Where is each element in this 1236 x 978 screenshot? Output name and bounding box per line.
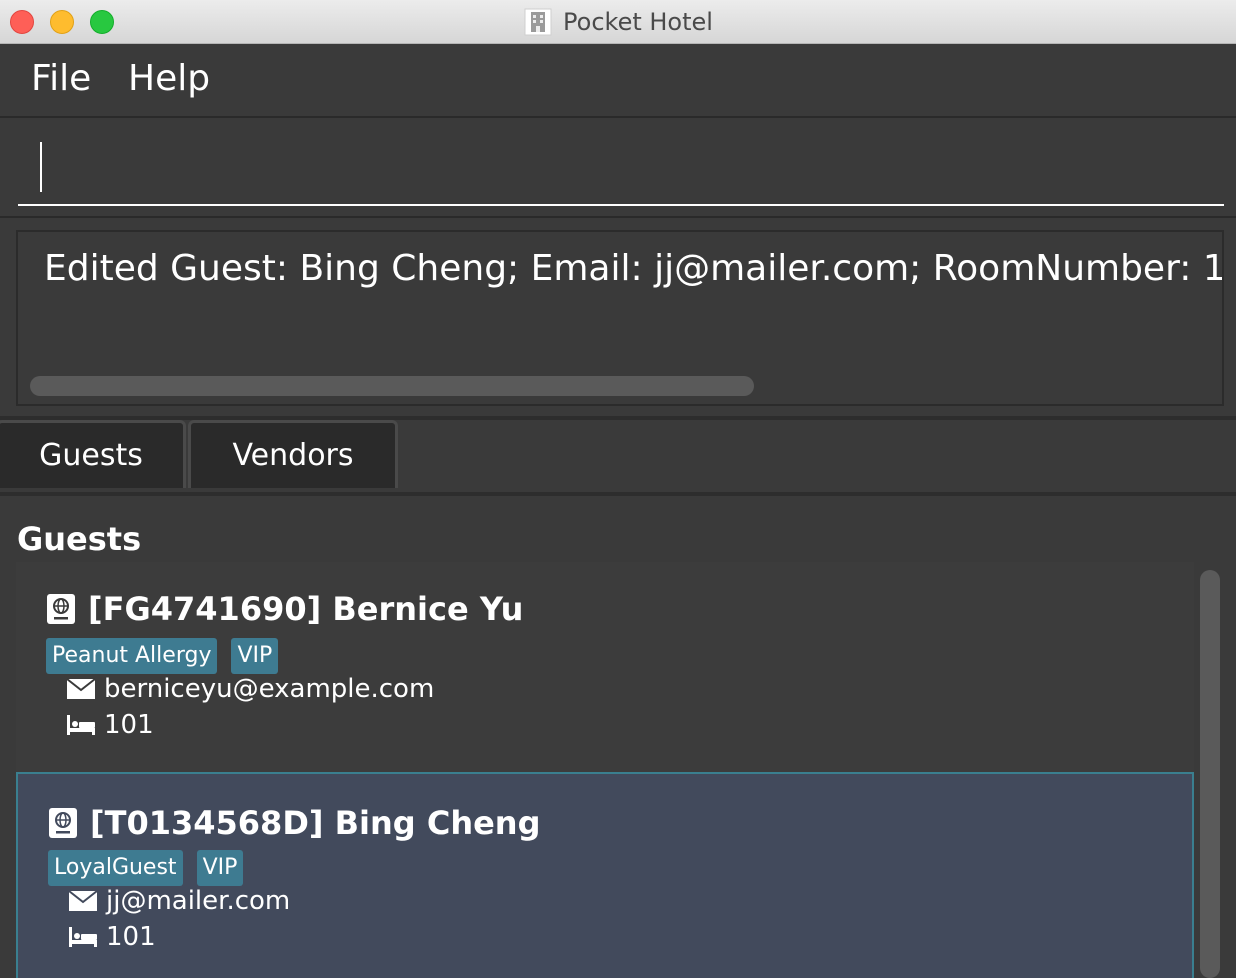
result-message: Edited Guest: Bing Cheng; Email: jj@mail… (44, 248, 1224, 289)
tab-guests[interactable]: Guests (0, 420, 186, 488)
envelope-icon (68, 890, 98, 911)
guest-card[interactable]: [FG4741690] Bernice Yu Peanut Allergy VI… (16, 562, 1194, 772)
guest-tag: VIP (231, 638, 279, 674)
text-caret (40, 142, 42, 192)
guest-name: [T0134568D] Bing Cheng (90, 804, 541, 842)
bed-icon (69, 927, 97, 947)
title-bar: Pocket Hotel (0, 0, 1236, 44)
guests-section-title: Guests (17, 520, 142, 558)
hotel-building-icon (524, 8, 552, 36)
app-window: Pocket Hotel File Help Edited Guest: Bin… (0, 0, 1236, 978)
guest-card-heading: [T0134568D] Bing Cheng (48, 804, 540, 842)
command-box (0, 118, 1236, 218)
tab-vendors[interactable]: Vendors (188, 420, 398, 488)
horizontal-scrollbar[interactable] (30, 376, 754, 396)
passport-icon (49, 808, 77, 838)
guest-room: 101 (106, 922, 156, 952)
guest-name: [FG4741690] Bernice Yu (88, 590, 524, 628)
tab-bar: Guests Vendors (0, 420, 1236, 496)
guest-room-row: 101 (68, 922, 156, 952)
guest-list: [FG4741690] Bernice Yu Peanut Allergy VI… (16, 562, 1196, 978)
guest-tags: LoyalGuest VIP (48, 850, 244, 886)
vertical-scrollbar[interactable] (1200, 570, 1220, 978)
command-input[interactable] (18, 130, 1224, 206)
window-title-group: Pocket Hotel (0, 0, 1236, 44)
guest-room: 101 (104, 710, 154, 740)
guest-room-row: 101 (66, 710, 154, 740)
guest-card-selected[interactable]: [T0134568D] Bing Cheng LoyalGuest VIP jj… (16, 772, 1194, 978)
guest-email-row: jj@mailer.com (68, 886, 290, 916)
guest-tag: VIP (196, 850, 244, 886)
guest-email: jj@mailer.com (106, 886, 291, 916)
envelope-icon (66, 678, 96, 699)
menu-help[interactable]: Help (128, 58, 210, 99)
passport-icon (47, 594, 75, 624)
guest-card-heading: [FG4741690] Bernice Yu (46, 590, 523, 628)
guest-tag: Peanut Allergy (46, 638, 218, 674)
guest-email-row: berniceyu@example.com (66, 674, 434, 704)
result-display: Edited Guest: Bing Cheng; Email: jj@mail… (16, 230, 1224, 406)
guest-email: berniceyu@example.com (104, 674, 435, 704)
window-title: Pocket Hotel (563, 8, 713, 36)
bed-icon (67, 715, 95, 735)
guest-tag: LoyalGuest (48, 850, 183, 886)
guest-tags: Peanut Allergy VIP (46, 638, 279, 674)
menu-bar: File Help (0, 44, 1236, 118)
menu-file[interactable]: File (31, 58, 91, 99)
